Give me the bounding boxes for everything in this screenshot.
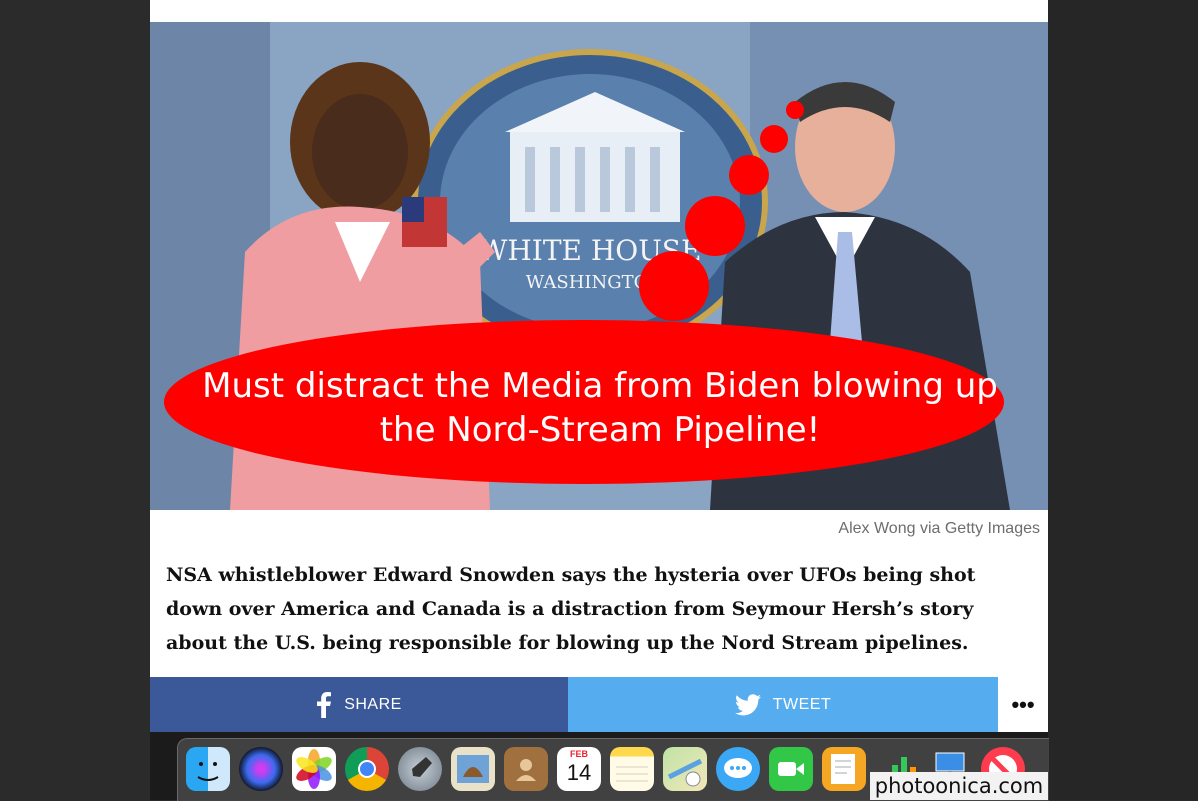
messages-icon[interactable]: [716, 747, 760, 791]
right-gutter: [1048, 0, 1198, 800]
chrome-icon[interactable]: [345, 747, 389, 791]
pages-icon[interactable]: [822, 747, 866, 791]
contacts-icon[interactable]: [504, 747, 548, 791]
calendar-month: FEB: [570, 749, 588, 759]
facebook-icon: [316, 691, 332, 718]
twitter-tweet-button[interactable]: TWEET: [568, 677, 998, 732]
bubble-dot-1: [639, 251, 709, 321]
facebook-share-button[interactable]: SHARE: [150, 677, 568, 732]
calendar-icon[interactable]: FEB 14: [557, 747, 601, 791]
bubble-dot-5: [786, 101, 804, 119]
bubble-dot-2: [685, 196, 745, 256]
facetime-icon[interactable]: [769, 747, 813, 791]
article-lede: NSA whistleblower Edward Snowden says th…: [166, 564, 976, 654]
watermark: photoonica.com: [870, 772, 1048, 800]
photos-icon[interactable]: [292, 747, 336, 791]
article-photo: WHITE HOUSE WASHINGTON Must distract the…: [150, 22, 1048, 510]
calendar-day: 14: [566, 760, 592, 785]
photo-credit: Alex Wong via Getty Images: [838, 520, 1040, 537]
notes-icon[interactable]: [610, 747, 654, 791]
finder-icon[interactable]: [186, 747, 230, 791]
more-share-button[interactable]: •••: [998, 677, 1048, 732]
twitter-bird-icon: [734, 693, 761, 716]
bubble-dot-3: [729, 155, 769, 195]
siri-icon[interactable]: [239, 747, 283, 791]
share-label: SHARE: [344, 695, 402, 713]
bubble-dot-4: [760, 125, 788, 153]
mail-icon[interactable]: [451, 747, 495, 791]
tweet-label: TWEET: [772, 695, 832, 713]
maps-icon[interactable]: [663, 747, 707, 791]
left-gutter: [0, 0, 150, 800]
bubble-text: Must distract the Media from Biden blowi…: [202, 366, 998, 450]
launchpad-icon[interactable]: [398, 747, 442, 791]
share-bar: SHARE TWEET •••: [150, 677, 1048, 732]
